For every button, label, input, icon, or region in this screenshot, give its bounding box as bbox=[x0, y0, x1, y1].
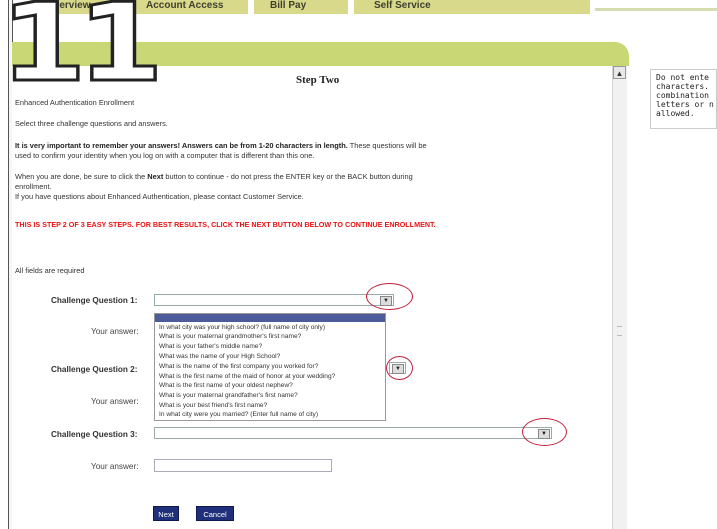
important-note: It is very important to remember your an… bbox=[15, 141, 427, 150]
dropdown-option[interactable]: What is the name of the first company yo… bbox=[159, 363, 318, 371]
highlight-circle bbox=[522, 418, 567, 446]
dropdown-option[interactable]: In what city was your high school? (full… bbox=[159, 324, 325, 332]
step-title: Step Two bbox=[296, 74, 340, 86]
side-note-line: allowed. bbox=[656, 109, 695, 118]
tab-bill-pay[interactable]: Bill Pay bbox=[270, 0, 306, 14]
question-1-select[interactable]: ▼ bbox=[154, 294, 394, 306]
section-title: Enhanced Authentication Enrollment bbox=[15, 98, 135, 107]
required-note: All fields are required bbox=[15, 266, 85, 275]
step-number-overlay: 11 bbox=[0, 0, 165, 106]
important-note-line2: used to confirm your identity when you l… bbox=[15, 151, 315, 160]
dropdown-option[interactable]: In what city were you married? (Enter fu… bbox=[159, 411, 318, 419]
question-2-label: Challenge Question 2: bbox=[51, 365, 138, 374]
highlight-circle bbox=[386, 356, 413, 380]
dropdown-option[interactable]: What was the name of your High School? bbox=[159, 353, 280, 361]
answer-1-label: Your answer: bbox=[91, 327, 139, 336]
header-band bbox=[595, 8, 717, 11]
done-post: button to continue - do not press the EN… bbox=[163, 172, 413, 181]
done-instructions: When you are done, be sure to click the … bbox=[15, 172, 413, 181]
done-next-word: Next bbox=[147, 172, 164, 181]
question-3-label: Challenge Question 3: bbox=[51, 430, 138, 439]
question-3-select[interactable]: ▼ bbox=[154, 427, 552, 439]
side-note-line: Do not ente bbox=[656, 73, 709, 82]
highlight-circle bbox=[366, 283, 413, 310]
dropdown-option[interactable]: What is your father's middle name? bbox=[159, 343, 262, 351]
tab-account-access[interactable]: Account Access bbox=[146, 0, 223, 14]
side-note: Do not ente characters. combination lett… bbox=[650, 69, 717, 129]
scroll-up-arrow-icon[interactable]: ▲ bbox=[613, 66, 626, 79]
tab-divider bbox=[348, 0, 354, 14]
important-note-bold: It is very important to remember your an… bbox=[15, 141, 348, 150]
answer-2-label: Your answer: bbox=[91, 397, 139, 406]
dropdown-option[interactable]: What is your maternal grandmother's firs… bbox=[159, 333, 301, 341]
enrollment-panel bbox=[12, 42, 629, 529]
scroll-grip[interactable] bbox=[617, 326, 622, 336]
dropdown-highlighted-option[interactable] bbox=[155, 314, 385, 322]
intro-text: Select three challenge questions and ans… bbox=[15, 119, 168, 128]
step-banner: THIS IS STEP 2 OF 3 EASY STEPS. FOR BEST… bbox=[15, 220, 436, 229]
question-1-label: Challenge Question 1: bbox=[51, 296, 138, 305]
dropdown-option[interactable]: What is your best friend's first name? bbox=[159, 402, 267, 410]
dropdown-option[interactable]: What is the first name of the maid of ho… bbox=[159, 373, 335, 381]
cancel-button[interactable]: Cancel bbox=[196, 506, 234, 521]
tab-divider bbox=[248, 0, 254, 14]
question-1-dropdown-list[interactable]: In what city was your high school? (full… bbox=[154, 313, 386, 421]
done-pre: When you are done, be sure to click the bbox=[15, 172, 148, 181]
tab-self-service[interactable]: Self Service bbox=[374, 0, 431, 14]
answer-3-input[interactable] bbox=[154, 459, 332, 472]
dropdown-option[interactable]: What is your maternal grandfather's firs… bbox=[159, 392, 298, 400]
vertical-scrollbar[interactable]: ▲ bbox=[612, 66, 627, 529]
side-note-line: characters. bbox=[656, 82, 709, 91]
done-instructions-line2: enrollment. bbox=[15, 182, 52, 191]
next-button[interactable]: Next bbox=[153, 506, 179, 521]
answer-3-label: Your answer: bbox=[91, 462, 139, 471]
side-note-line: letters or n bbox=[656, 100, 714, 109]
important-note-rest: These questions will be bbox=[347, 141, 427, 150]
questions-contact-text: If you have questions about Enhanced Aut… bbox=[15, 192, 304, 201]
dropdown-option[interactable]: What is the first name of your oldest ne… bbox=[159, 382, 293, 390]
side-note-line: combination bbox=[656, 91, 709, 100]
